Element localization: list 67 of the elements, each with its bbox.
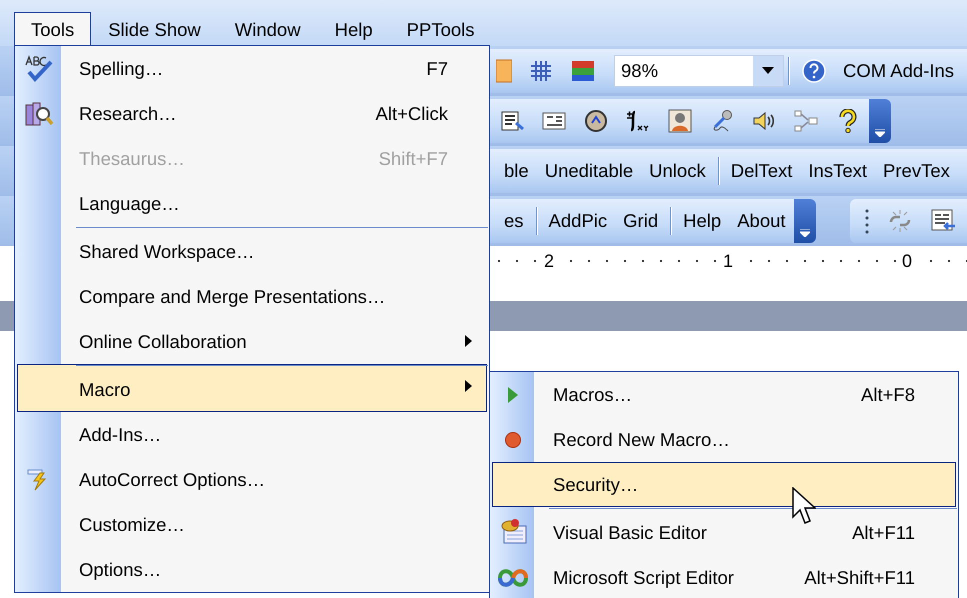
menu-bar-item[interactable]: Slide Show [91,12,218,46]
toolbar-options-button[interactable] [794,199,816,243]
chevron-icon[interactable] [800,229,810,237]
shortcut-label: Alt+Shift+F11 [804,566,915,590]
help-icon[interactable] [802,59,826,83]
toolbar-button[interactable]: Unlock [641,157,714,185]
menu-item-label: Visual Basic Editor [553,520,707,545]
toolbar-button[interactable]: DelText [722,157,800,185]
toolbar-button[interactable]: AddPic [540,207,616,235]
menu-item[interactable]: Research… Alt+Click [17,91,487,136]
menu-bar-item[interactable]: Window [218,12,318,46]
toolbar-options-button[interactable] [869,99,891,143]
grip-icon[interactable] [864,208,869,234]
menu-item[interactable]: Compare and Merge Presentations… [17,274,487,319]
menu-bar-item[interactable]: Help [318,12,390,46]
loop-icon [497,566,529,588]
toolbar-button[interactable]: Help [675,207,730,235]
menu-bar-item[interactable]: PPTools [390,12,492,46]
menu-item[interactable]: Options… [17,547,487,592]
chevron-icon[interactable] [875,129,885,137]
menu-item[interactable]: Macro [17,364,487,412]
menu-item[interactable]: Shared Workspace… [17,226,487,274]
shortcut-label: F7 [426,56,448,81]
zoom-field[interactable]: 98% [614,55,784,87]
menu-item[interactable]: Language… [17,181,487,226]
color-icon[interactable] [571,59,595,83]
submenu-arrow-icon [465,380,472,392]
spelling-check-icon [24,54,54,84]
menu-item[interactable]: Spelling… F7 [17,46,487,91]
toolbar-button[interactable]: InsText [800,157,876,185]
person-icon[interactable] [668,109,692,133]
mouse-pointer-icon [792,487,816,525]
play-icon [506,386,520,404]
grid-icon[interactable] [529,59,553,83]
menu-item-label: Thesaurus… [79,146,185,171]
toolbar-button[interactable]: Uneditable [536,157,642,185]
equation-icon[interactable] [626,109,650,133]
menu-item-label: Spelling… [79,56,164,81]
menu-item[interactable]: AutoCorrect Options… [17,457,487,502]
toolbar-button[interactable]: PrevTex [875,157,958,185]
menu-item[interactable]: Customize… [17,502,487,547]
menu-item[interactable]: Record New Macro… [492,417,956,462]
menu-item[interactable]: Microsoft Script Editor Alt+Shift+F11 [492,555,956,598]
toolbar-button[interactable]: COM Add-Ins [835,57,962,85]
menu-item[interactable]: Macros… Alt+F8 [492,372,956,417]
toolbar-button[interactable]: About [729,207,794,235]
menu-item-label: Research… [79,102,177,126]
shortcut-label: Shift+F7 [378,146,448,171]
menu-item[interactable]: Add-Ins… [17,412,487,457]
diagram-icon[interactable] [794,109,818,133]
toolbar-button[interactable]: ble [496,157,537,185]
menu-item[interactable]: Online Collaboration [17,319,487,364]
text-box-icon[interactable] [500,109,524,133]
menu-item-label: Macros… [553,382,632,407]
shortcut-label: Alt+F8 [861,382,915,407]
speaker-icon[interactable] [752,109,776,133]
toolbar-button[interactable]: Grid [615,207,666,235]
menu-item[interactable]: Security… [492,462,956,507]
toolbar-icon[interactable] [496,58,512,84]
toolbar-button[interactable]: es [496,207,532,235]
shortcut-label: Alt+Click [376,102,448,126]
submenu-arrow-icon [465,335,472,347]
shortcut-label: Alt+F11 [852,520,915,545]
record-icon [504,430,522,448]
dropdown-arrow-icon[interactable] [762,67,774,75]
menu-bar-item[interactable]: Tools [14,12,92,46]
menu-item-label: Microsoft Script Editor [553,566,734,590]
